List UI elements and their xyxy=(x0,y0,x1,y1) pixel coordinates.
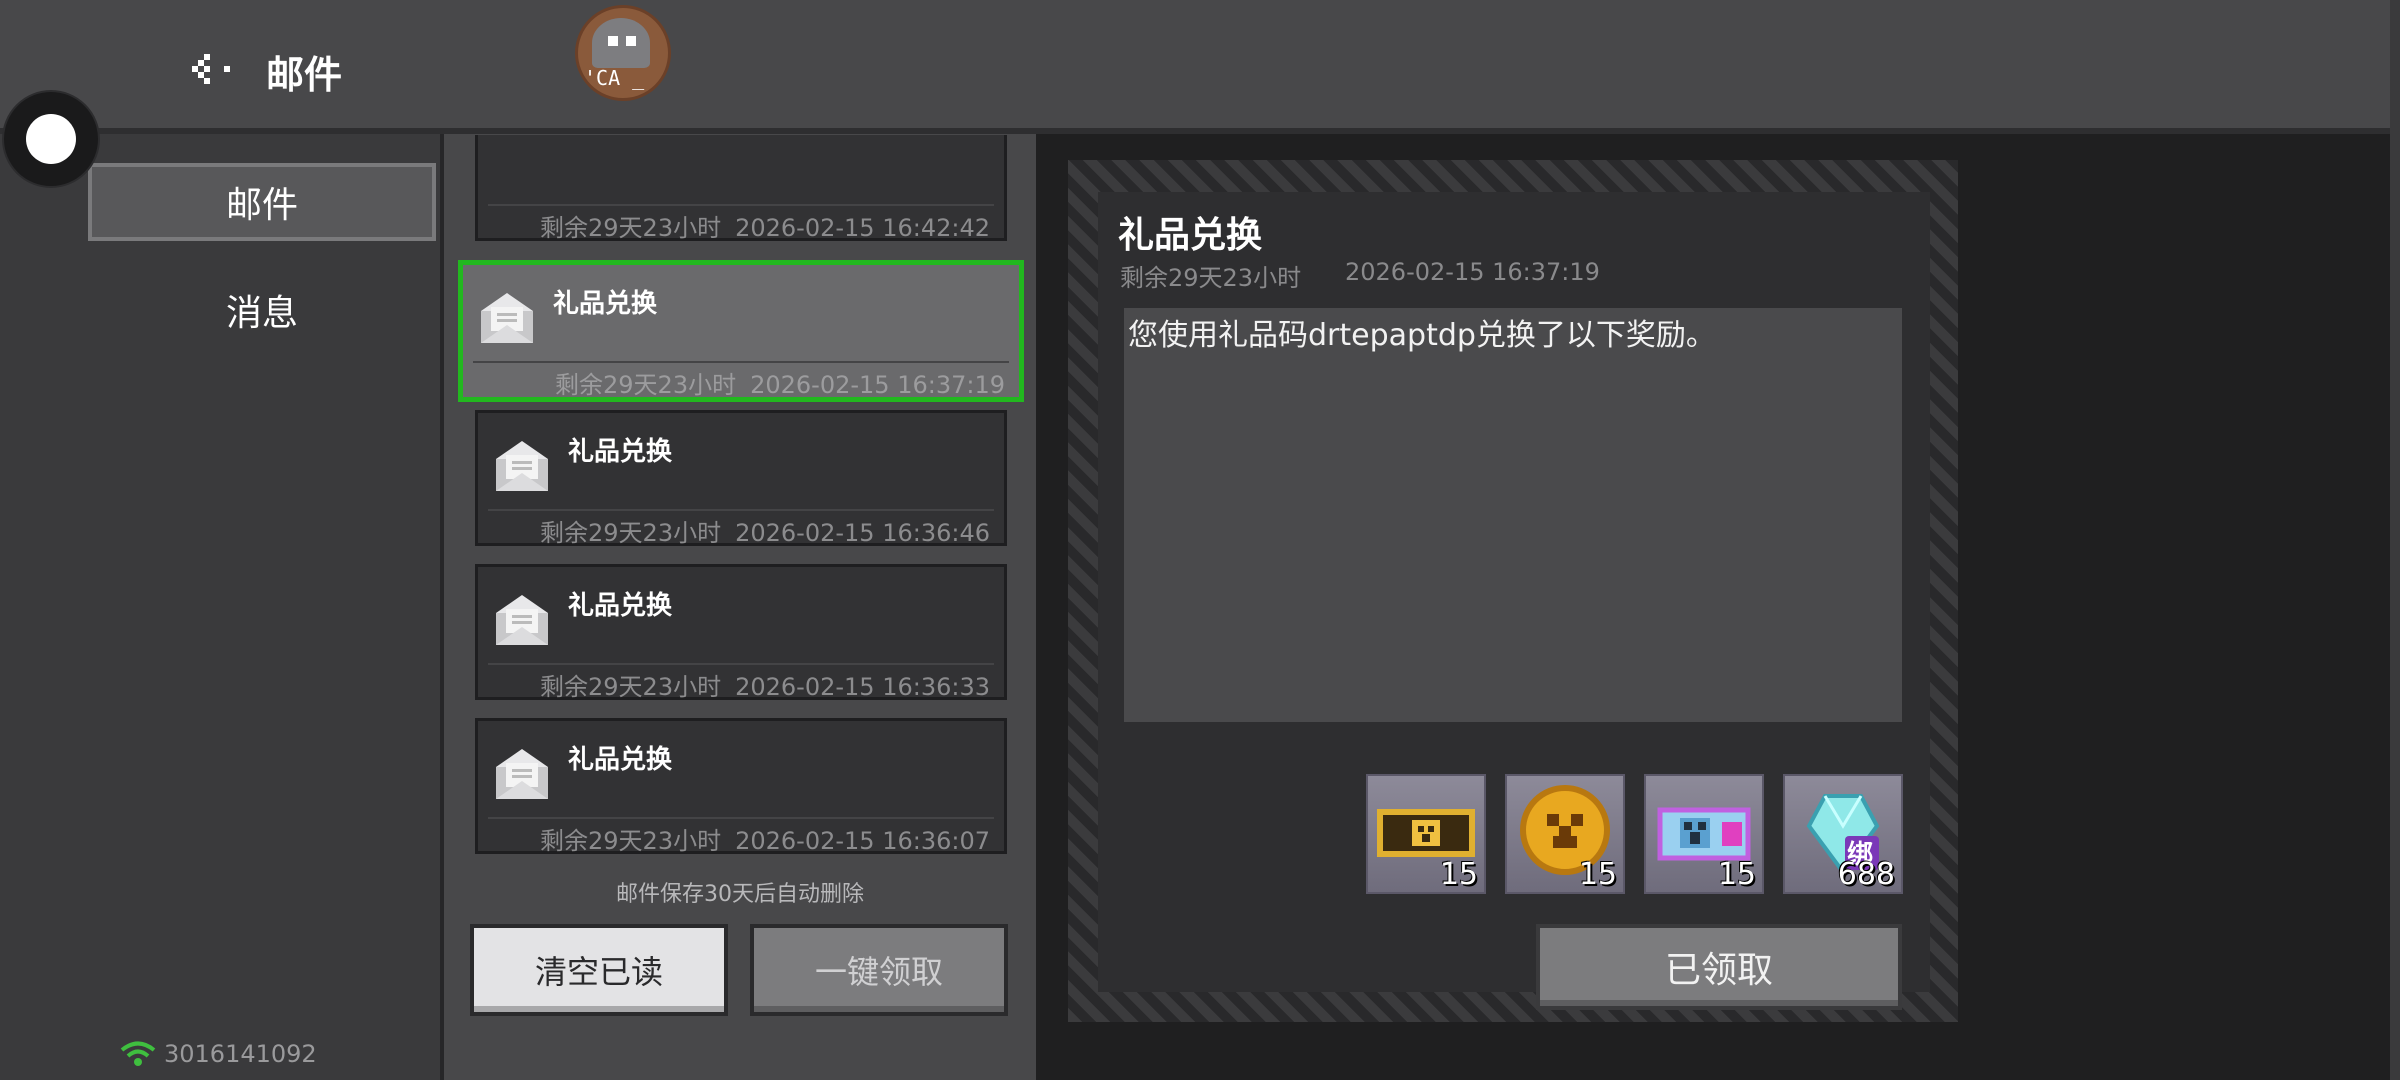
mail-remaining: 剩余29天23小时 xyxy=(540,214,722,242)
envelope-icon xyxy=(496,595,548,645)
claim-all-button[interactable]: 一键领取 xyxy=(750,924,1008,1016)
detail-title: 礼品兑换 xyxy=(1118,215,1263,256)
reward-count: 15 xyxy=(1578,857,1617,892)
user-id: 3016141092 xyxy=(164,1040,317,1068)
mail-date: 2026-02-15 16:42:42 xyxy=(735,214,990,242)
list-item-selected[interactable]: 礼品兑换 剩余29天23小时 2026-02-15 16:37:19 xyxy=(458,260,1024,402)
wifi-icon xyxy=(120,1041,156,1066)
back-arrow-icon[interactable] xyxy=(190,48,240,92)
top-bar xyxy=(0,0,2400,134)
page-title: 邮件 xyxy=(266,53,343,97)
tab-messages[interactable]: 消息 xyxy=(88,270,436,350)
clear-read-button[interactable]: 清空已读 xyxy=(470,924,728,1016)
connection-status: 3016141092 xyxy=(120,1040,317,1068)
mail-title: 礼品兑换 xyxy=(553,289,658,319)
avatar-tag: 'CA _ xyxy=(584,66,645,90)
avatar[interactable]: 'CA _ xyxy=(575,5,671,101)
reward-count: 15 xyxy=(1439,857,1478,892)
claimed-button[interactable]: 已领取 xyxy=(1536,924,1902,1010)
detail-body: 您使用礼品码drtepaptdp兑换了以下奖励。 xyxy=(1124,308,1902,722)
mail-title: 礼品兑换 xyxy=(568,745,673,775)
mail-title: 礼品兑换 xyxy=(568,437,673,467)
mail-remaining: 剩余29天23小时 xyxy=(540,519,722,547)
detail-body-text: 您使用礼品码drtepaptdp兑换了以下奖励。 xyxy=(1128,318,1716,353)
list-item[interactable]: 礼品兑换 剩余29天23小时 2026-02-15 16:36:46 xyxy=(475,410,1007,547)
reward-item[interactable]: 15 xyxy=(1505,774,1625,894)
mail-date: 2026-02-15 16:36:33 xyxy=(735,673,990,701)
reward-item[interactable]: 15 xyxy=(1644,774,1764,894)
mail-remaining: 剩余29天23小时 xyxy=(555,371,737,399)
auto-delete-note: 邮件保存30天后自动删除 xyxy=(616,882,864,907)
mail-remaining: 剩余29天23小时 xyxy=(540,673,722,701)
list-item[interactable]: 礼品兑换 剩余29天23小时 2026-02-15 16:36:33 xyxy=(475,564,1007,701)
envelope-icon xyxy=(481,293,533,343)
right-edge xyxy=(2390,0,2400,1080)
reward-item[interactable]: 15 xyxy=(1366,774,1486,894)
floating-assist-button[interactable] xyxy=(2,90,100,188)
mail-date: 2026-02-15 16:36:07 xyxy=(735,827,990,855)
mail-date: 2026-02-15 16:36:46 xyxy=(735,519,990,547)
reward-count: 15 xyxy=(1717,857,1756,892)
envelope-icon xyxy=(496,441,548,491)
reward-count: 688 xyxy=(1837,857,1895,892)
tab-mail[interactable]: 邮件 xyxy=(88,163,436,241)
mail-title: 礼品兑换 xyxy=(568,591,673,621)
mail-remaining: 剩余29天23小时 xyxy=(540,827,722,855)
reward-item[interactable]: 绑 688 xyxy=(1783,774,1903,894)
mail-date: 2026-02-15 16:37:19 xyxy=(750,371,1005,399)
envelope-icon xyxy=(496,749,548,799)
detail-date: 2026-02-15 16:37:19 xyxy=(1345,258,1600,286)
list-item[interactable]: 礼品兑换 剩余29天23小时 2026-02-15 16:36:07 xyxy=(475,718,1007,855)
detail-remaining: 剩余29天23小时 xyxy=(1120,264,1302,292)
